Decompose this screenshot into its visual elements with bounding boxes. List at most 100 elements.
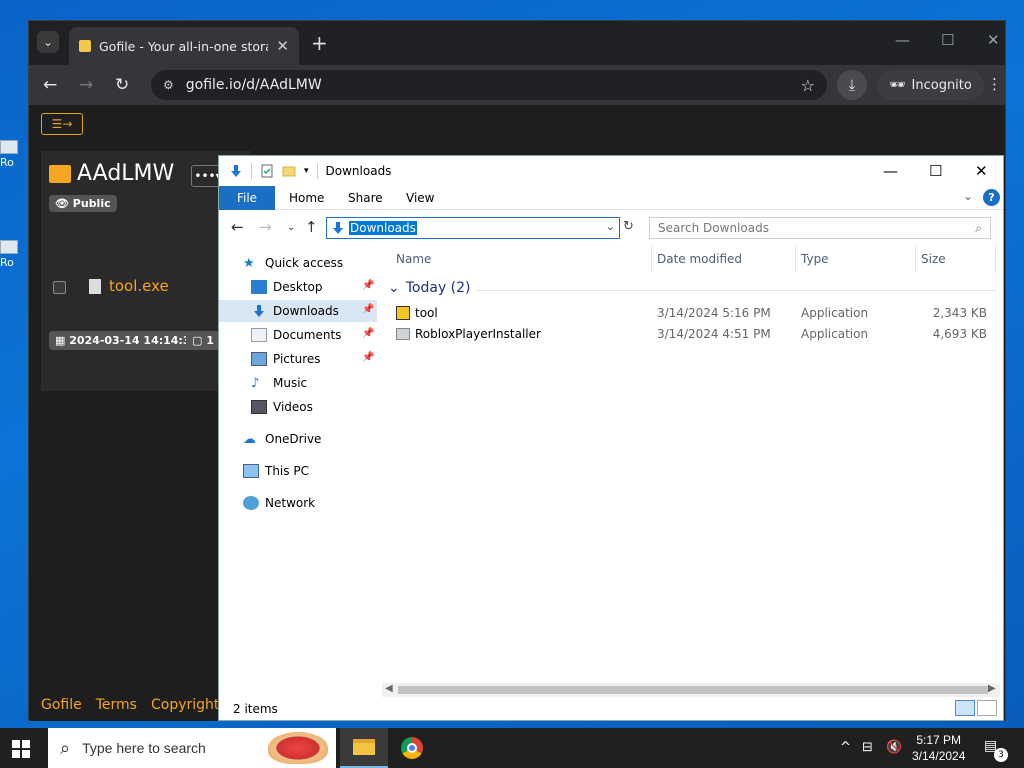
expand-ribbon-icon[interactable]: ⌄: [963, 189, 973, 203]
footer-link-terms[interactable]: Terms: [96, 697, 137, 713]
group-header[interactable]: ⌄ Today (2): [388, 280, 471, 296]
new-folder-icon[interactable]: [282, 164, 296, 178]
address-bar[interactable]: ⚙ gofile.io/d/AAdLMW ☆: [151, 70, 827, 100]
close-tab-icon[interactable]: ✕: [276, 37, 289, 55]
site-info-icon[interactable]: ⚙: [163, 78, 174, 92]
pin-icon[interactable]: 📌: [362, 352, 374, 363]
footer-link-copyright[interactable]: Copyright: [151, 697, 219, 713]
horizontal-scrollbar[interactable]: ◀ ▶: [382, 683, 1000, 697]
nav-videos[interactable]: Videos: [251, 396, 313, 418]
clock[interactable]: 5:17 PM 3/14/2024: [912, 732, 965, 764]
tab-share[interactable]: Share: [348, 191, 383, 205]
nav-music[interactable]: ♪ Music: [251, 372, 307, 394]
help-icon[interactable]: ?: [983, 189, 1000, 206]
address-input[interactable]: Downloads ⌄: [326, 217, 620, 239]
footer-link-gofile[interactable]: Gofile: [41, 697, 82, 713]
pin-icon[interactable]: 📌: [362, 304, 374, 315]
taskbar-chrome[interactable]: [388, 728, 436, 768]
file-size: 4,693 KB: [932, 327, 987, 341]
properties-icon[interactable]: [260, 164, 274, 178]
file-date: 3/14/2024 5:16 PM: [657, 306, 771, 320]
search-placeholder: Search Downloads: [658, 221, 769, 235]
customize-toolbar-icon[interactable]: ▾: [304, 166, 309, 176]
pin-icon[interactable]: 📌: [362, 280, 374, 291]
show-hidden-icons-icon[interactable]: ^: [840, 740, 851, 755]
downloads-arrow-icon: [254, 305, 264, 317]
desktop-shortcut[interactable]: Ro: [0, 240, 22, 269]
network-status-icon[interactable]: ⊟: [862, 740, 873, 755]
tab-bar: ⌄ Gofile - Your all-in-one storage ✕ + —…: [29, 21, 1005, 65]
file-row[interactable]: tool.exe: [89, 277, 169, 295]
column-date-modified[interactable]: Date modified: [657, 252, 742, 266]
taskbar-file-explorer[interactable]: [340, 728, 388, 768]
downloads-icon[interactable]: ⤓: [837, 70, 867, 100]
column-size[interactable]: Size: [921, 252, 946, 266]
up-icon[interactable]: ↑: [305, 218, 318, 236]
incognito-icon: 🕶: [889, 77, 906, 93]
nav-label: Pictures: [273, 352, 321, 366]
file-explorer-window: ▾ Downloads — ☐ ✕ File Home Share View ⌄…: [218, 155, 1004, 721]
details-view-button[interactable]: [955, 700, 975, 716]
maximize-icon[interactable]: ☐: [929, 162, 942, 180]
tab-view[interactable]: View: [406, 191, 434, 205]
maximize-icon[interactable]: ☐: [941, 31, 954, 49]
nav-network[interactable]: Network: [243, 492, 315, 514]
nav-quick-access[interactable]: ★ Quick access: [243, 252, 343, 274]
pin-icon[interactable]: 📌: [362, 328, 374, 339]
gofile-favicon-icon: [79, 40, 91, 52]
taskbar: ⌕ Type here to search ^ ⊟ 🔇 5:17 PM 3/14…: [0, 728, 1024, 768]
close-window-icon[interactable]: ✕: [975, 162, 988, 180]
file-count-badge: ▢ 1: [186, 331, 220, 350]
desktop-shortcut[interactable]: Ro: [0, 140, 22, 169]
desktop-shortcut-label: Ro: [0, 256, 14, 269]
file-link[interactable]: tool.exe: [109, 277, 169, 295]
tab-search-button[interactable]: ⌄: [37, 31, 59, 53]
nav-documents[interactable]: Documents: [251, 324, 341, 346]
url-text: gofile.io/d/AAdLMW: [185, 77, 322, 93]
volume-muted-icon[interactable]: 🔇: [886, 740, 902, 755]
chrome-icon: [401, 737, 423, 759]
scrollbar-thumb[interactable]: [398, 686, 988, 694]
incognito-indicator[interactable]: 🕶 Incognito: [877, 70, 984, 100]
refresh-icon[interactable]: ↻: [623, 219, 634, 234]
clock-time: 5:17 PM: [916, 733, 962, 747]
tab-home[interactable]: Home: [289, 191, 324, 205]
bookmark-star-icon[interactable]: ☆: [801, 76, 815, 95]
sidebar-toggle-button[interactable]: ☰→: [41, 113, 83, 135]
tab-title: Gofile - Your all-in-one storage: [99, 38, 268, 54]
close-window-icon[interactable]: ✕: [987, 31, 1000, 49]
start-button[interactable]: [12, 740, 30, 758]
forward-icon[interactable]: →: [79, 75, 93, 95]
reload-icon[interactable]: ↻: [115, 75, 129, 95]
search-input[interactable]: Search Downloads ⌕: [649, 217, 991, 239]
nav-downloads[interactable]: Downloads: [219, 300, 377, 322]
scroll-left-icon[interactable]: ◀: [385, 683, 393, 694]
column-name[interactable]: Name: [396, 252, 431, 266]
address-dropdown-icon[interactable]: ⌄: [606, 220, 615, 233]
tab-file[interactable]: File: [219, 186, 275, 210]
notification-count-badge: 3: [994, 748, 1008, 762]
back-icon[interactable]: ←: [43, 75, 57, 95]
recent-locations-icon[interactable]: ⌄: [287, 222, 295, 233]
table-row[interactable]: RobloxPlayerInstaller 3/14/2024 4:51 PM …: [384, 327, 999, 347]
minimize-icon[interactable]: —: [883, 162, 898, 180]
column-type[interactable]: Type: [801, 252, 829, 266]
taskbar-search[interactable]: ⌕ Type here to search: [48, 728, 336, 768]
tab-gofile[interactable]: Gofile - Your all-in-one storage ✕: [69, 27, 299, 65]
created-date-badge: ▦ 2024-03-14 14:14:36: [49, 331, 205, 350]
new-tab-button[interactable]: +: [311, 31, 328, 55]
scroll-right-icon[interactable]: ▶: [988, 683, 996, 694]
browser-menu-icon[interactable]: ⋮: [987, 75, 1002, 93]
back-icon[interactable]: ←: [231, 218, 244, 236]
table-row[interactable]: tool 3/14/2024 5:16 PM Application 2,343…: [384, 306, 999, 326]
file-type: Application: [801, 327, 869, 341]
forward-icon[interactable]: →: [259, 218, 272, 236]
large-icons-view-button[interactable]: [977, 700, 997, 716]
nav-this-pc[interactable]: This PC: [243, 460, 309, 482]
nav-onedrive[interactable]: ☁ OneDrive: [243, 428, 321, 450]
nav-desktop[interactable]: Desktop: [251, 276, 323, 298]
computer-icon: [243, 464, 259, 478]
nav-pictures[interactable]: Pictures: [251, 348, 321, 370]
file-select-checkbox[interactable]: [53, 281, 66, 294]
minimize-icon[interactable]: —: [895, 31, 910, 49]
